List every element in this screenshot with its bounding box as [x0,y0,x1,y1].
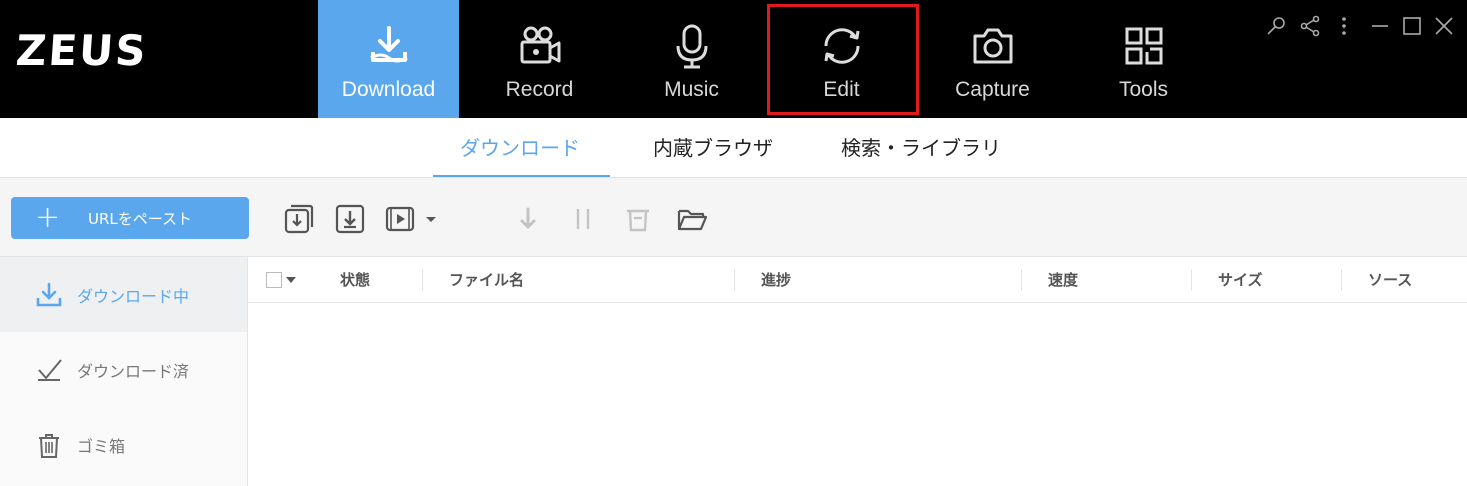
column-divider [734,269,735,291]
active-subtab-underline [433,175,610,177]
sidebar-item-label: ダウンロード済 [77,362,190,381]
tab-capture[interactable]: Capture [922,0,1063,118]
subtab-search-library[interactable]: 検索・ライブラリ [841,132,1001,161]
tab-music[interactable]: Music [621,0,762,118]
column-size[interactable]: サイズ [1218,269,1263,290]
sidebar-item-label: ダウンロード中 [77,287,190,306]
column-filename[interactable]: ファイル名 [449,269,524,290]
tools-grid-icon [1125,27,1162,65]
tab-download-label: Download [341,78,436,101]
camera-icon [973,28,1012,64]
pin-icon[interactable] [1264,14,1288,38]
column-status[interactable]: 状態 [340,269,370,290]
tab-record-label: Record [505,78,574,101]
column-divider [1021,269,1022,291]
refresh-cycle-icon [823,28,860,64]
pause-icon [576,209,590,229]
download-box-icon[interactable] [334,203,366,235]
tab-tools[interactable]: Tools [1073,0,1214,118]
checkmark-icon [38,359,62,381]
sub-tab-bar: ダウンロード 内蔵ブラウザ 検索・ライブラリ [0,118,1467,178]
tab-capture-label: Capture [955,78,1030,101]
select-menu-arrow-icon[interactable] [286,277,296,283]
batch-download-icon[interactable] [283,203,315,235]
toolbar: + URLをペースト [0,179,1467,257]
plus-icon: + [35,200,61,235]
paste-url-label: URLをペースト [88,210,193,228]
tab-music-label: Music [664,78,719,101]
tab-download[interactable]: Download [318,0,459,118]
close-icon[interactable] [1432,14,1456,38]
more-icon[interactable] [1332,14,1356,38]
tab-tools-label: Tools [1118,78,1169,101]
window-controls [1264,14,1464,38]
trash-icon [39,434,59,458]
top-bar: ZEUS Download Record Music Edit Capture … [0,0,1467,118]
paste-url-button[interactable]: + URLをペースト [11,197,249,239]
sidebar-item-downloaded[interactable]: ダウンロード済 [0,332,247,407]
chevron-down-icon[interactable] [422,203,440,235]
maximize-icon[interactable] [1400,14,1424,38]
app-logo: ZEUS [14,26,150,75]
start-icon [520,207,536,230]
column-speed[interactable]: 速度 [1048,269,1078,290]
sidebar-item-downloading[interactable]: ダウンロード中 [0,257,247,332]
download-table: 状態 ファイル名 進捗 速度 サイズ ソース [248,257,1467,486]
table-header: 状態 ファイル名 進捗 速度 サイズ ソース [248,257,1467,303]
download-icon [369,26,408,63]
open-folder-icon[interactable] [676,203,708,235]
delete-icon [627,209,649,232]
select-all-checkbox[interactable] [266,272,282,288]
column-divider [1191,269,1192,291]
column-progress[interactable]: 進捗 [761,269,791,290]
column-divider [1341,269,1342,291]
microphone-icon [676,24,707,69]
sidebar: ダウンロード中 ダウンロード済 ゴミ箱 [0,257,248,486]
subtab-download[interactable]: ダウンロード [460,132,580,161]
subtab-browser[interactable]: 内蔵ブラウザ [653,132,773,161]
share-icon[interactable] [1298,14,1322,38]
tab-edit[interactable]: Edit [771,0,912,118]
minimize-icon[interactable] [1368,14,1392,38]
video-convert-icon[interactable] [384,203,416,235]
tab-record[interactable]: Record [469,0,610,118]
video-camera-icon [520,26,560,64]
sidebar-item-label: ゴミ箱 [77,437,126,456]
sidebar-item-trash[interactable]: ゴミ箱 [0,407,247,482]
column-source[interactable]: ソース [1368,269,1412,290]
column-divider [422,269,423,291]
tab-edit-label: Edit [823,78,860,101]
download-tray-icon [36,282,62,307]
